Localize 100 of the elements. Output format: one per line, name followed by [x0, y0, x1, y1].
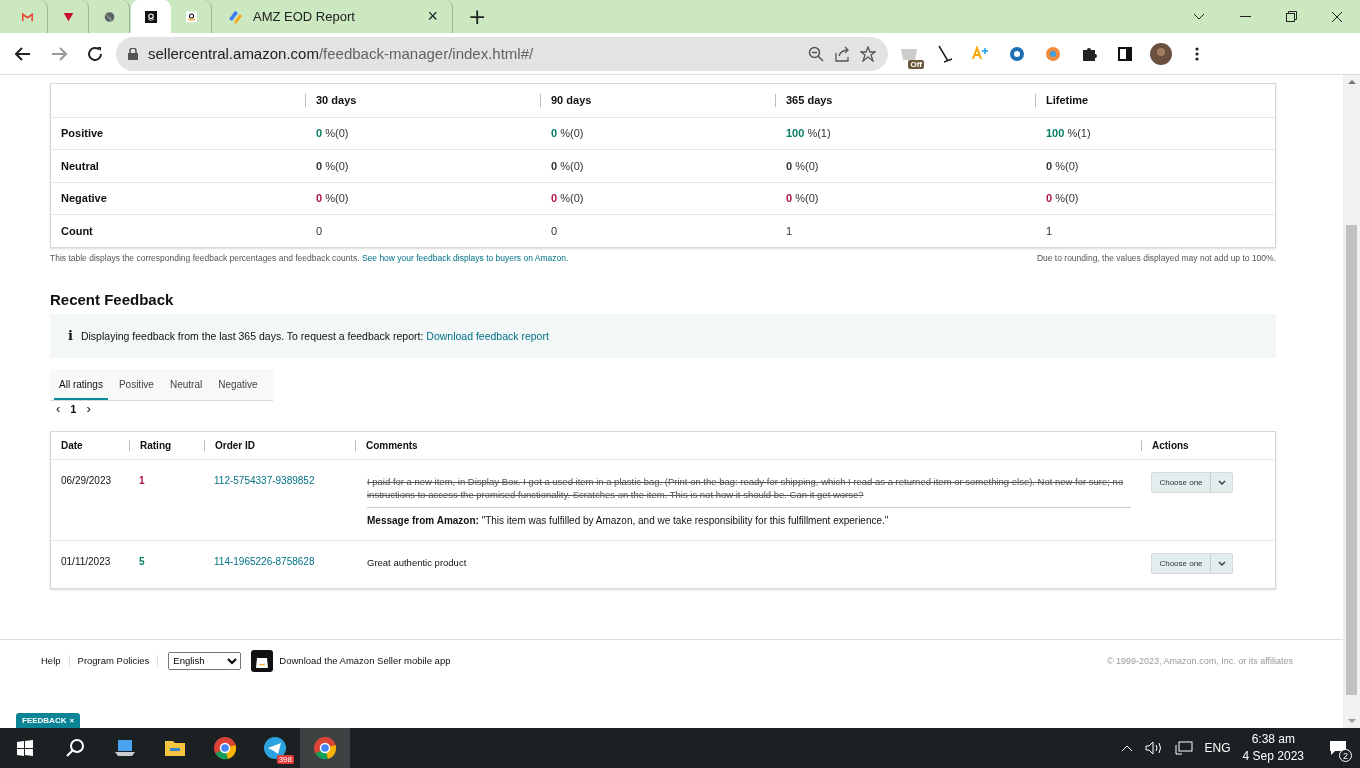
table-cell-text: 0 %(0)	[550, 192, 585, 205]
column-header: Actions	[1141, 439, 1275, 451]
comment-text: I paid for a new item, in Display Box. I got a used item in a plastic bag. (Print on the bag: ready for shipping, which I read as a returned item or something else). Not new for sure; no instructions to access the promised functionality. Scratches on the item. This is not how it should be. Can it get worse?	[367, 474, 1125, 502]
table-cell-text: 100 %(1)	[785, 127, 832, 140]
chrome-icon[interactable]	[313, 736, 337, 760]
order-id-link[interactable]: 112-5754337-9389852	[204, 471, 355, 486]
table-cell-text: 0 %(0)	[785, 192, 820, 205]
app-icon	[227, 8, 243, 25]
windows-icon[interactable]	[17, 740, 33, 756]
broom-icon[interactable]	[937, 44, 953, 63]
column-header: Rating	[129, 439, 204, 451]
browser-tab[interactable]	[131, 0, 171, 33]
action-dropdown[interactable]: Choose one	[1151, 552, 1233, 574]
close-tab-button[interactable]: ×	[427, 6, 438, 27]
avatar-icon[interactable]	[1150, 42, 1172, 65]
feedback-tab[interactable]: FEEDBACK ×	[16, 713, 81, 728]
column-header: Lifetime	[1035, 93, 1275, 107]
feedback-display-link[interactable]: See how your feedback displays to buyers on Amazon.	[361, 252, 569, 263]
new-tab-button[interactable]: +	[468, 4, 487, 29]
network-icon[interactable]	[1174, 741, 1193, 755]
rating-value: 1	[138, 473, 146, 486]
copyright: © 1999-2023, Amazon.com, Inc. or its affiliates	[1106, 655, 1293, 666]
chevron-up-icon[interactable]	[1120, 744, 1133, 752]
scroll-up-icon[interactable]	[1347, 79, 1356, 85]
clock[interactable]: 6:38 am 4 Sep 2023	[1242, 731, 1304, 765]
action-dropdown[interactable]: Choose one	[1151, 471, 1233, 493]
reload-icon[interactable]	[87, 45, 103, 62]
mobile-app-link[interactable]: Download the Amazon Seller mobile app	[279, 655, 451, 666]
page-number[interactable]: 1	[70, 402, 77, 415]
table-cell-text: 0	[315, 224, 324, 237]
forward-arrow-icon[interactable]	[51, 46, 67, 61]
next-page-button[interactable]: ›	[86, 401, 91, 416]
comment-text: Great authentic product	[367, 555, 468, 569]
table-cell-text: 0 %(0)	[1045, 192, 1080, 205]
table-cell-text: 1	[1045, 224, 1054, 237]
column-header: 30 days	[305, 93, 540, 107]
rating-value: 5	[138, 554, 146, 567]
side-panel-icon[interactable]	[1118, 46, 1132, 61]
table-cell-text: 0 %(0)	[315, 159, 350, 172]
caret-icon	[1217, 479, 1226, 485]
more-menu-icon[interactable]	[1195, 46, 1199, 61]
chevron-down-icon[interactable]	[1193, 13, 1205, 20]
column-header: Date	[60, 439, 84, 451]
table-cell-text: 0 %(0)	[785, 159, 820, 172]
previous-page-button[interactable]: ‹	[56, 401, 61, 416]
amazon-icon	[145, 8, 157, 25]
date-cell-text: 01/11/2023	[60, 554, 112, 567]
footer-link[interactable]: Program Policies	[69, 655, 159, 666]
computer-icon[interactable]	[114, 738, 136, 758]
table-cell-text: 0 %(0)	[315, 127, 350, 140]
speaker-icon[interactable]	[1144, 741, 1163, 755]
column-header: Order ID	[204, 439, 355, 451]
folder-icon[interactable]	[164, 739, 186, 757]
table-note: This table displays the corresponding feedback percentages and feedback counts. See how your feedback displays to buyers on Amazon.	[50, 252, 569, 263]
share-icon[interactable]	[834, 45, 850, 62]
table-cell-text: 0 %(0)	[315, 192, 350, 205]
rounding-note: Due to rounding, the values displayed may not add up to 100%.	[1036, 252, 1276, 263]
telegram-button[interactable]: 398	[250, 728, 300, 768]
section-title: Recent Feedback	[50, 290, 175, 308]
back-arrow-icon[interactable]	[15, 46, 31, 61]
minimize-icon[interactable]	[1239, 15, 1251, 18]
rating-tab[interactable]: Positive	[113, 368, 159, 400]
rating-tab[interactable]: Neutral	[164, 368, 208, 400]
column-header: 90 days	[540, 93, 775, 107]
language-select[interactable]: English	[168, 651, 242, 670]
column-header: Comments	[355, 439, 1141, 451]
amazon-message: Message from Amazon: "This item was fulfilled by Amazon, and we take responsibility for this fulfillment experience."	[367, 506, 1131, 526]
footer-link[interactable]: Help	[33, 655, 70, 666]
table-cell-text: 0 %(0)	[550, 159, 585, 172]
row-label: Neutral	[60, 159, 100, 172]
download-report-link[interactable]: Download feedback report	[426, 329, 549, 342]
extension-button[interactable]: Off	[894, 38, 924, 69]
lifebuoy-icon[interactable]	[1009, 45, 1025, 62]
bucket-icon	[900, 46, 918, 61]
table-cell-text: 1	[785, 224, 794, 237]
restore-icon[interactable]	[1285, 11, 1297, 22]
table-cell-text: 100 %(1)	[1045, 127, 1092, 140]
table-cell-text: 0	[550, 224, 559, 237]
close-icon[interactable]	[1331, 10, 1343, 23]
info-text: Displaying feedback from the last 365 days. To request a feedback report: Download feedback report	[80, 329, 549, 342]
chrome-icon[interactable]	[213, 736, 237, 760]
shopping-bag-icon	[251, 649, 274, 672]
mail-icon	[22, 10, 33, 23]
lock-icon	[128, 47, 138, 60]
row-label: Positive	[60, 127, 105, 140]
language-indicator[interactable]: ENG	[1204, 741, 1231, 755]
row-label: Count	[60, 224, 94, 237]
notification-button[interactable]: 2	[1316, 728, 1360, 768]
table-cell-text: 0 %(0)	[1045, 159, 1080, 172]
row-label: Negative	[60, 192, 108, 205]
zoom-out-icon[interactable]	[808, 45, 824, 62]
search-icon[interactable]	[65, 738, 85, 758]
rating-tab[interactable]: All ratings	[54, 368, 108, 400]
address-bar[interactable]: sellercentral.amazon.com/feedback-manager/index.html#/	[116, 36, 888, 71]
scrollbar-thumb[interactable]	[1346, 225, 1357, 695]
star-icon[interactable]	[860, 45, 876, 62]
puzzle-icon[interactable]	[1081, 45, 1097, 62]
rating-tab[interactable]: Negative	[213, 368, 263, 400]
orb-icon[interactable]	[1045, 45, 1061, 62]
order-id-link[interactable]: 114-1965226-8758628	[204, 552, 355, 567]
